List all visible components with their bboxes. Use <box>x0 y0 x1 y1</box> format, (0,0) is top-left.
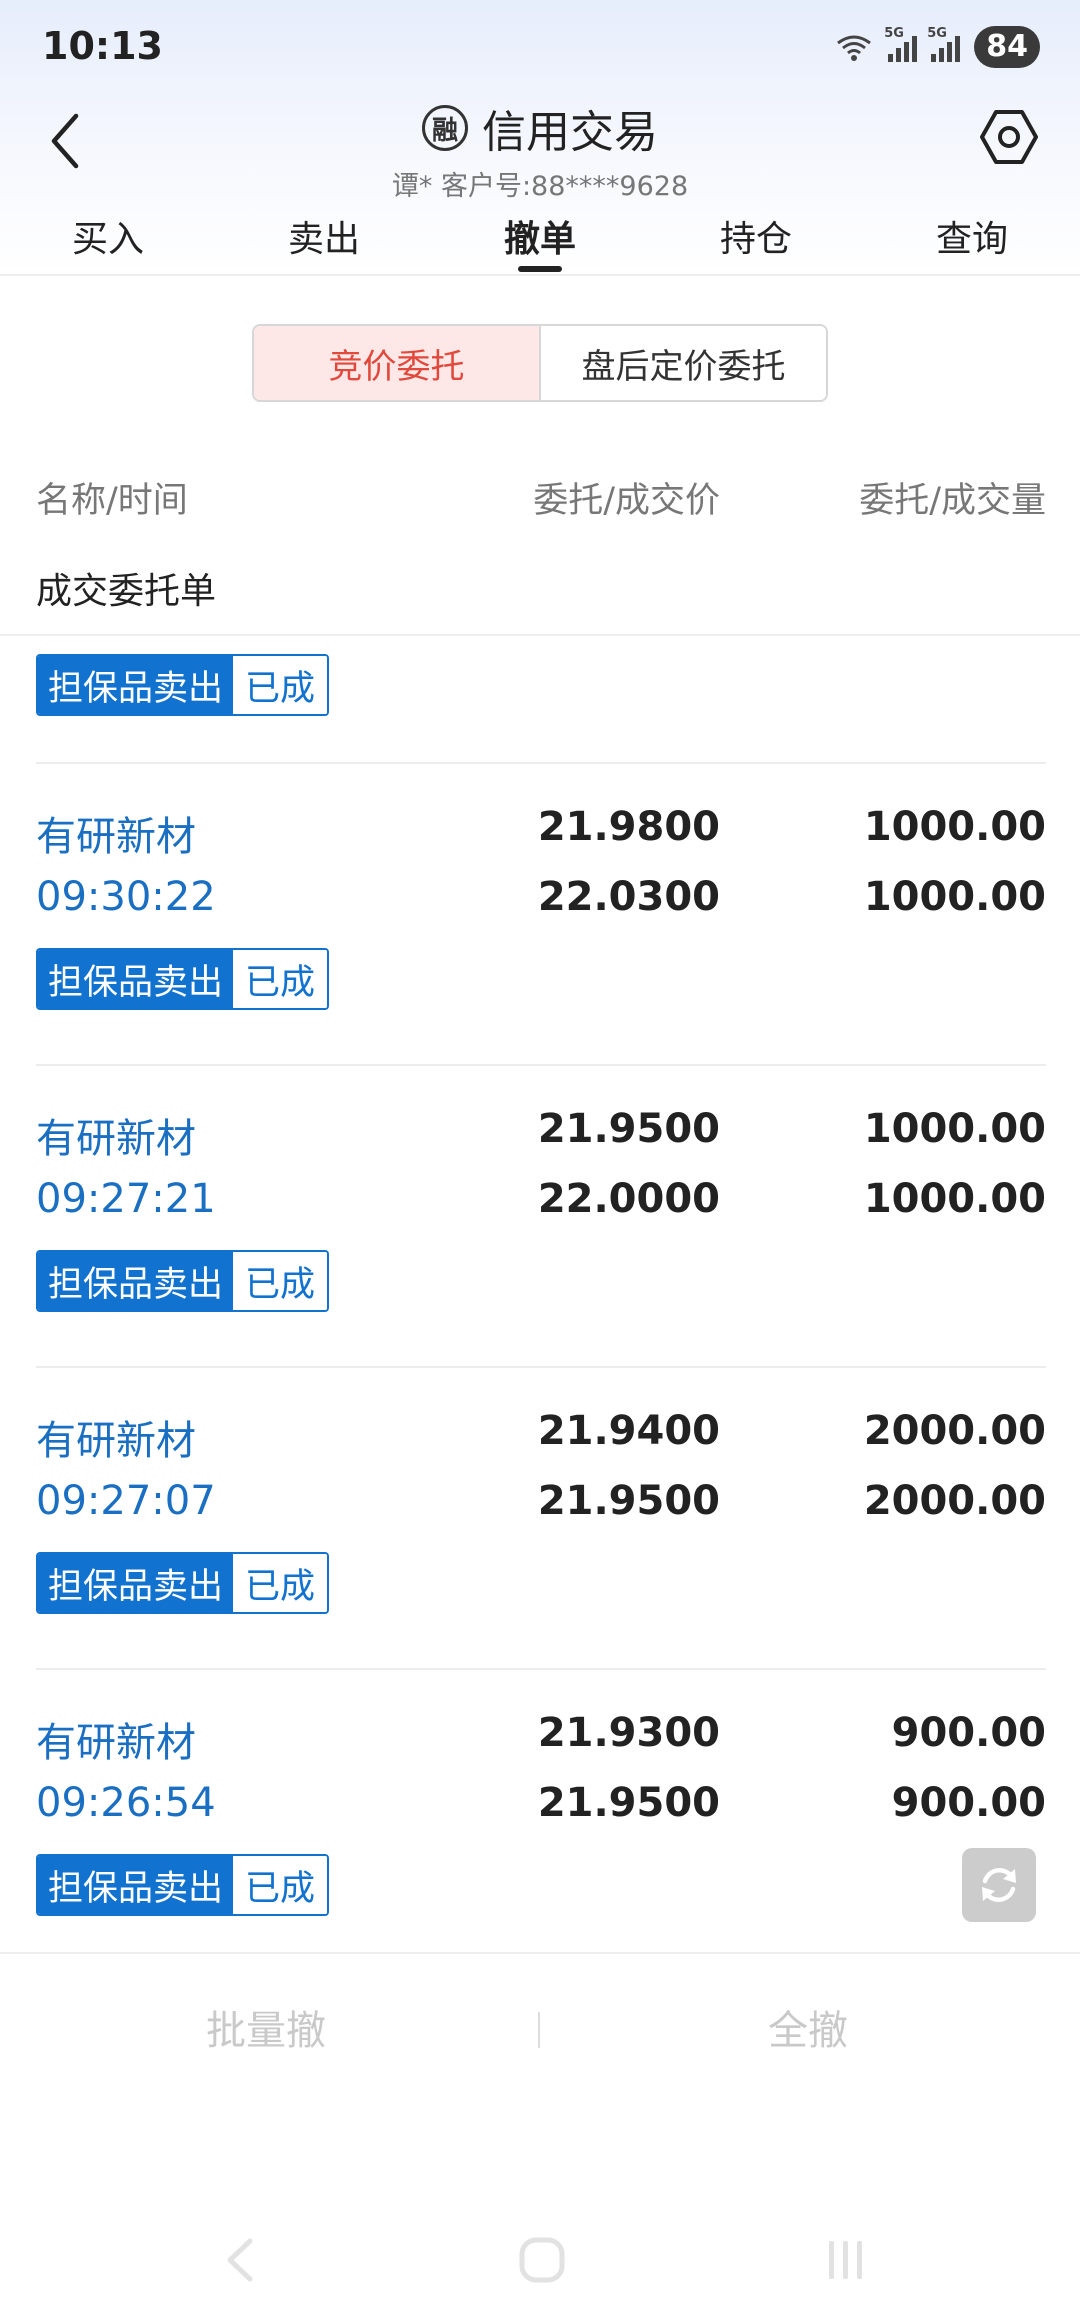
system-back-button[interactable] <box>210 2230 270 2290</box>
order-price: 21.9300 <box>537 1710 720 1756</box>
recents-icon <box>829 2241 862 2279</box>
tab-positions[interactable]: 持仓 <box>648 196 864 274</box>
order-quantity: 1000.00 <box>863 1106 1046 1152</box>
order-price: 21.9800 <box>537 804 720 850</box>
deal-price: 22.0000 <box>537 1176 720 1222</box>
order-quantity: 2000.00 <box>863 1408 1046 1454</box>
wifi-icon <box>837 35 872 61</box>
order-time: 09:26:54 <box>36 1780 216 1826</box>
cancel-all-button[interactable]: 全撤 <box>768 1998 848 2056</box>
order-row[interactable]: 有研新材 09:26:54 21.9300 21.9500 900.00 900… <box>0 1668 1080 1968</box>
trade-tabs: 买入 卖出 撤单 持仓 查询 <box>0 196 1080 276</box>
back-arrow-icon <box>227 2238 253 2282</box>
tab-cancel-order[interactable]: 撤单 <box>432 196 648 274</box>
order-time: 09:27:21 <box>36 1176 216 1222</box>
order-quantity: 1000.00 <box>863 804 1046 850</box>
order-type-badge: 担保品卖出 <box>38 1252 234 1310</box>
gear-icon <box>980 110 1038 164</box>
order-tag: 担保品卖出 已成 <box>36 654 330 716</box>
stock-name: 有研新材 <box>36 1720 196 1766</box>
deal-quantity: 2000.00 <box>863 1478 1046 1524</box>
order-type-badge: 担保品卖出 <box>38 656 234 714</box>
system-navigation-bar <box>0 2200 1080 2316</box>
status-bar: 10:13 5G 5G 84 <box>0 0 1080 96</box>
order-status-badge: 已成 <box>233 1554 328 1612</box>
settings-button[interactable] <box>974 102 1044 172</box>
divider <box>36 1064 1046 1066</box>
order-status-badge: 已成 <box>233 1252 328 1310</box>
order-price: 21.9500 <box>537 1106 720 1152</box>
order-tag: 担保品卖出 已成 <box>36 1250 330 1312</box>
deal-price: 21.9500 <box>537 1478 720 1524</box>
signal-icon-2: 5G <box>927 26 961 62</box>
refresh-icon <box>982 1868 1016 1902</box>
order-tag: 担保品卖出 已成 <box>36 948 330 1010</box>
tab-sell[interactable]: 卖出 <box>216 196 432 274</box>
tab-buy[interactable]: 买入 <box>0 196 216 274</box>
stock-name: 有研新材 <box>36 1116 196 1162</box>
network-type-label: 5G <box>884 26 904 41</box>
batch-cancel-button[interactable]: 批量撤 <box>206 1998 326 2056</box>
page-title: 信用交易 <box>482 107 658 158</box>
margin-trading-icon: 融 <box>422 105 468 151</box>
order-status-badge: 已成 <box>233 656 328 714</box>
column-price: 委托/成交价 <box>533 481 720 521</box>
order-time: 09:27:07 <box>36 1478 216 1524</box>
deal-price: 21.9500 <box>537 1780 720 1826</box>
deal-quantity: 1000.00 <box>863 874 1046 920</box>
column-quantity: 委托/成交量 <box>859 481 1046 521</box>
tab-query[interactable]: 查询 <box>864 196 1080 274</box>
divider <box>36 1366 1046 1368</box>
deal-price: 22.0300 <box>537 874 720 920</box>
deal-quantity: 1000.00 <box>863 1176 1046 1222</box>
network-type-label: 5G <box>927 26 947 41</box>
status-time: 10:13 <box>42 24 163 68</box>
refresh-button[interactable] <box>962 1848 1036 1922</box>
system-recents-button[interactable] <box>816 2230 876 2290</box>
deal-quantity: 900.00 <box>891 1780 1046 1826</box>
segment-auction-order[interactable]: 竞价委托 <box>254 326 539 400</box>
order-row[interactable]: 有研新材 09:27:07 21.9400 21.9500 2000.00 20… <box>0 1366 1080 1666</box>
order-status-badge: 已成 <box>233 950 328 1008</box>
order-type-badge: 担保品卖出 <box>38 950 234 1008</box>
segment-after-hours-order[interactable]: 盘后定价委托 <box>539 326 826 400</box>
stock-name: 有研新材 <box>36 1418 196 1464</box>
column-name-time: 名称/时间 <box>36 481 188 521</box>
divider <box>0 634 1080 636</box>
order-type-badge: 担保品卖出 <box>38 1554 234 1612</box>
stock-name: 有研新材 <box>36 814 196 860</box>
order-price: 21.9400 <box>537 1408 720 1454</box>
table-header: 名称/时间 委托/成交价 委托/成交量 <box>0 464 1080 524</box>
home-icon <box>519 2237 565 2283</box>
order-time: 09:30:22 <box>36 874 216 920</box>
order-type-badge: 担保品卖出 <box>38 1856 234 1914</box>
bottom-action-bar: 批量撤 全撤 <box>0 1952 1080 2088</box>
divider <box>36 1668 1046 1670</box>
page-title-block: 融 信用交易 谭* 客户号:88****9628 <box>0 96 1080 203</box>
section-title: 成交委托单 <box>36 571 217 612</box>
order-row[interactable]: 有研新材 09:27:21 21.9500 22.0000 1000.00 10… <box>0 1064 1080 1364</box>
order-tag: 担保品卖出 已成 <box>36 1552 330 1614</box>
order-tag: 担保品卖出 已成 <box>36 1854 330 1916</box>
order-status-badge: 已成 <box>233 1856 328 1914</box>
divider <box>538 2012 540 2048</box>
order-row[interactable]: 有研新材 09:30:22 21.9800 22.0300 1000.00 10… <box>0 762 1080 1062</box>
system-home-button[interactable] <box>512 2230 572 2290</box>
divider <box>36 762 1046 764</box>
order-type-segment: 竞价委托 盘后定价委托 <box>252 324 828 402</box>
status-icons: 5G 5G 84 <box>834 26 1040 68</box>
order-quantity: 900.00 <box>891 1710 1046 1756</box>
signal-icon-1: 5G <box>884 26 918 62</box>
battery-indicator: 84 <box>974 26 1040 68</box>
nav-bar: 融 信用交易 谭* 客户号:88****9628 <box>0 96 1080 202</box>
